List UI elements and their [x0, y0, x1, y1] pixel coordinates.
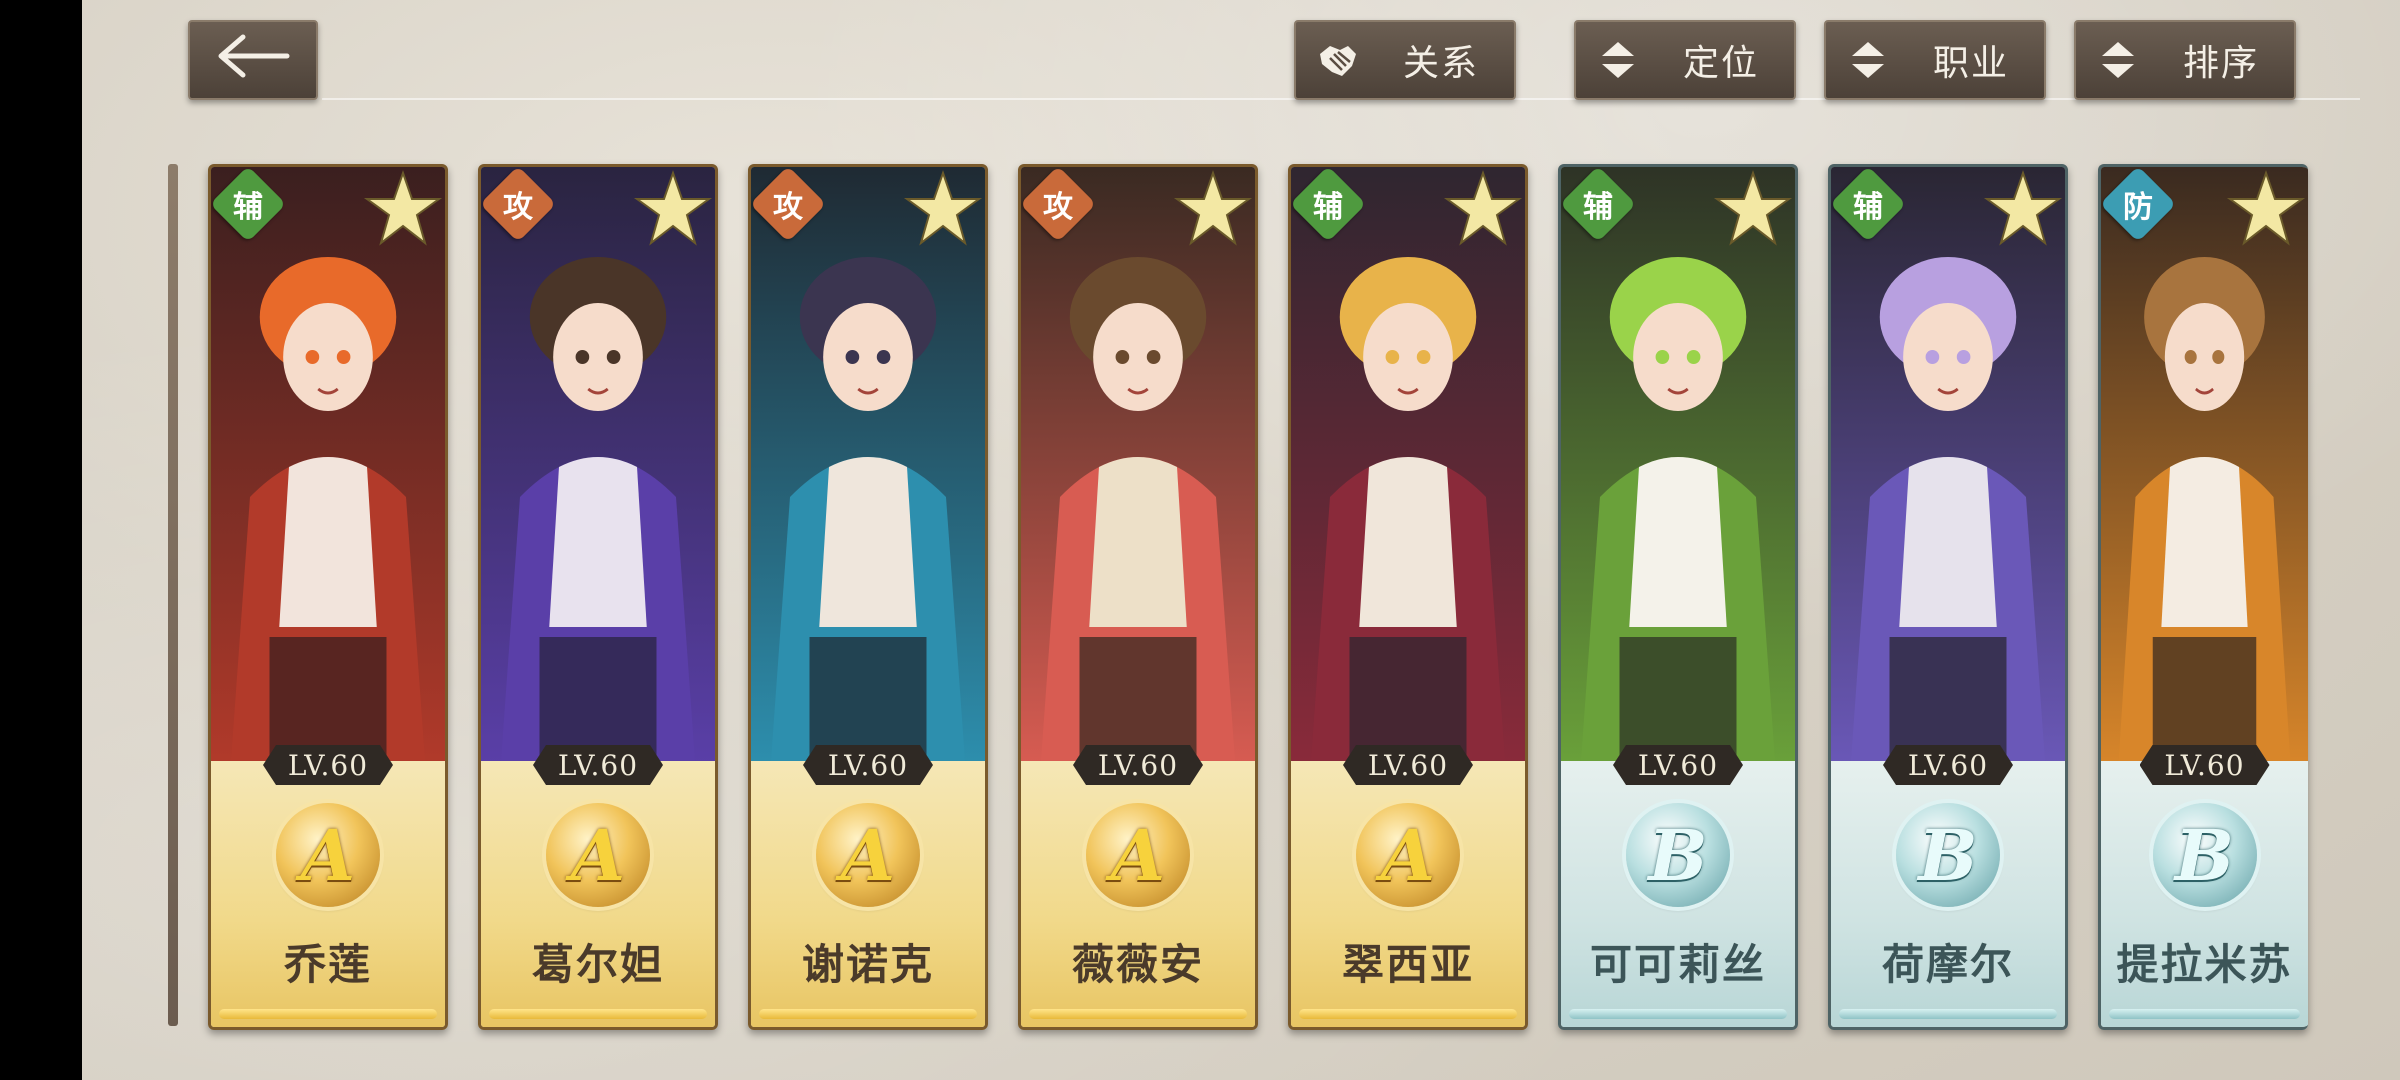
rank-medal: A [546, 803, 650, 907]
character-portrait [481, 167, 715, 767]
back-button[interactable] [188, 20, 318, 100]
level-label: LV.60 [1883, 745, 2013, 785]
character-portrait [2101, 167, 2308, 767]
character-portrait [1831, 167, 2065, 767]
card-bottom-bar [219, 1009, 437, 1019]
level-label: LV.60 [263, 745, 393, 785]
character-name: 荷摩尔 [1881, 940, 2014, 989]
star-icon [903, 169, 983, 249]
character-name: 乔莲 [283, 940, 372, 989]
role-label: 辅 [233, 190, 263, 225]
level-label: LV.60 [1073, 745, 1203, 785]
sort-arrows-icon [1844, 36, 1892, 84]
character-portrait [751, 167, 985, 767]
level-label: LV.60 [533, 745, 663, 785]
rank-medal: B [1626, 803, 1730, 907]
star-icon [363, 169, 443, 249]
star-icon [633, 169, 713, 249]
rank-medal: A [816, 803, 920, 907]
card-bottom-bar [1839, 1009, 2057, 1019]
role-label: 辅 [1583, 190, 1613, 225]
rank-medal: B [2152, 803, 2257, 907]
rank-medal: A [1356, 803, 1460, 907]
role-label: 攻 [773, 190, 803, 225]
character-card[interactable]: 攻 LV.60 A 薇薇安 [1018, 164, 1258, 1030]
star-icon [1443, 169, 1523, 249]
rank-letter: B [1918, 813, 1978, 897]
rank-medal: B [1896, 803, 2000, 907]
handshake-icon [1314, 36, 1362, 84]
role-label: 攻 [503, 190, 533, 225]
level-label: LV.60 [1613, 745, 1743, 785]
rank-letter: A [570, 813, 626, 897]
role-label: 辅 [1313, 190, 1343, 225]
star-icon [2226, 169, 2306, 249]
character-card[interactable]: 攻 LV.60 A 谢诺克 [748, 164, 988, 1030]
star-icon [1983, 169, 2063, 249]
character-card[interactable]: 辅 LV.60 A 翠西亚 [1288, 164, 1528, 1030]
character-portrait [1291, 167, 1525, 767]
character-portrait [1561, 167, 1795, 767]
card-bottom-bar [1299, 1009, 1517, 1019]
character-name: 可可莉丝 [1589, 940, 1766, 989]
rank-letter: A [300, 813, 356, 897]
relation-label: 关系 [1402, 43, 1479, 84]
card-bottom-bar [489, 1009, 707, 1019]
character-name: 提拉米苏 [2116, 940, 2293, 989]
character-portrait [1021, 167, 1255, 767]
character-name: 葛尔妲 [531, 940, 664, 989]
level-label: LV.60 [2139, 745, 2270, 785]
role-label: 攻 [1043, 190, 1073, 225]
sort-label: 排序 [2182, 43, 2259, 84]
rank-letter: A [1110, 813, 1166, 897]
role-label: 防 [2123, 190, 2153, 225]
character-card[interactable]: 辅 LV.60 B 荷摩尔 [1828, 164, 2068, 1030]
role-label: 辅 [1853, 190, 1883, 225]
character-name: 薇薇安 [1071, 940, 1204, 989]
partial-card-edge[interactable] [168, 164, 178, 1026]
level-label: LV.60 [803, 745, 933, 785]
rank-letter: B [2174, 813, 2235, 897]
rank-letter: B [1648, 813, 1708, 897]
card-bottom-bar [1569, 1009, 1787, 1019]
class-filter-label: 职业 [1932, 43, 2009, 84]
rank-letter: A [840, 813, 896, 897]
star-icon [1713, 169, 1793, 249]
character-card[interactable]: 攻 LV.60 A 葛尔妲 [478, 164, 718, 1030]
character-list: 辅 LV.60 A 乔莲 攻 LV.60 A 葛尔妲 攻 LV.60 A 谢诺克… [82, 160, 2400, 1040]
rank-medal: A [276, 803, 380, 907]
arrow-left-icon [213, 31, 293, 90]
position-filter-label: 定位 [1682, 43, 1759, 84]
star-icon [1173, 169, 1253, 249]
character-portrait [211, 167, 445, 767]
roster-screen: 关系 定位 职业 排序 辅 LV.60 A 乔莲 攻 LV.60 A 葛尔妲 攻… [82, 0, 2400, 1080]
level-label: LV.60 [1343, 745, 1473, 785]
card-bottom-bar [759, 1009, 977, 1019]
character-card[interactable]: 辅 LV.60 A 乔莲 [208, 164, 448, 1030]
character-card[interactable]: 辅 LV.60 B 可可莉丝 [1558, 164, 1798, 1030]
sort-button[interactable]: 排序 [2074, 20, 2296, 100]
card-bottom-bar [1029, 1009, 1247, 1019]
relation-button[interactable]: 关系 [1294, 20, 1516, 100]
card-bottom-bar [2109, 1009, 2300, 1019]
sort-arrows-icon [1594, 36, 1642, 84]
position-filter-button[interactable]: 定位 [1574, 20, 1796, 100]
sort-arrows-icon [2094, 36, 2142, 84]
character-card[interactable]: 防 LV.60 B 提拉米苏 [2098, 164, 2308, 1030]
rank-letter: A [1380, 813, 1436, 897]
character-name: 谢诺克 [801, 940, 934, 989]
rank-medal: A [1086, 803, 1190, 907]
character-name: 翠西亚 [1341, 940, 1474, 989]
class-filter-button[interactable]: 职业 [1824, 20, 2046, 100]
